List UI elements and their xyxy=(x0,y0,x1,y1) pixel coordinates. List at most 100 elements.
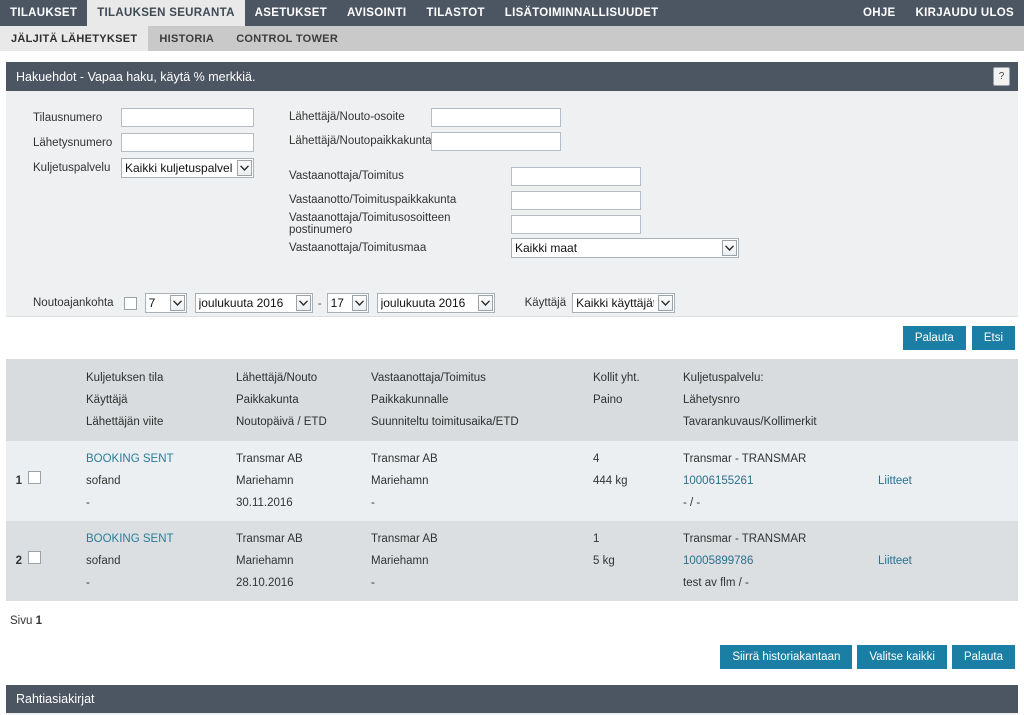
select-to-month[interactable]: joulukuuta 2016 xyxy=(376,293,495,313)
shipment-number-link[interactable]: 10006155261 xyxy=(683,470,874,492)
header-line-suunniteltu-toimitusaika: Suunniteltu toimitusaika/ETD xyxy=(371,416,519,428)
select-to-month-value: joulukuuta 2016 xyxy=(380,296,466,310)
input-lahetysnumero[interactable] xyxy=(121,133,254,152)
freight-documents-panel: Rahtiasiakirjat Valitse asiakirja Rahtia… xyxy=(6,685,1018,715)
label-kuljetuspalvelu: Kuljetuspalvelu xyxy=(33,161,111,174)
select-to-day[interactable]: 17 xyxy=(326,293,369,313)
row-select-checkbox[interactable] xyxy=(28,551,41,564)
search-criteria-panel: Hakuehdot - Vapaa haku, käytä % merkkiä.… xyxy=(6,62,1018,317)
transport-service: Transmar - TRANSMAR xyxy=(683,453,807,465)
cell-packages-group: 1 5 kg xyxy=(593,521,683,601)
field-row-vastaanottaja-toimitus: Vastaanottaja/Toimitus xyxy=(289,164,739,188)
header-line-lahetysnro: Lähetysnro xyxy=(683,394,740,406)
header-line-kollit-yht: Kollit yht. xyxy=(593,372,640,384)
header-checkbox xyxy=(28,359,86,441)
sender-city: Mariehamn xyxy=(236,555,294,567)
cell-packages-group: 4 444 kg xyxy=(593,441,683,521)
cell-sender-group: Transmar AB Mariehamn 28.10.2016 xyxy=(236,521,371,601)
input-vastaanottaja-toimitus[interactable] xyxy=(511,166,641,186)
subnav-tab-control-tower[interactable]: CONTROL TOWER xyxy=(225,26,349,51)
header-line-kuljetuksen-tila: Kuljetuksen tila xyxy=(86,372,164,384)
label-tilausnumero: Tilausnumero xyxy=(33,111,103,124)
documents-panel-title: Rahtiasiakirjat xyxy=(16,692,95,706)
input-lahettaja-nouto-osoite[interactable] xyxy=(431,107,561,127)
label-lahettaja-noutopaikkakunta: Lähettäjä/Noutopaikkakunta xyxy=(289,135,432,147)
search-left-column: Tilausnumero Lähetysnumero Kuljetuspalve… xyxy=(33,105,254,180)
search-right-column: Lähettäjä/Nouto-osoite Lähettäjä/Noutopa… xyxy=(289,105,739,260)
select-to-day-value: 17 xyxy=(330,296,344,310)
receiver-name: Transmar AB xyxy=(371,533,438,545)
chevron-down-icon xyxy=(477,295,493,311)
nav-tab-tilastot[interactable]: TILASTOT xyxy=(416,0,494,26)
field-row-toimitusosoitteen-postinumero: Vastaanottaja/Toimitusosoitteen postinum… xyxy=(289,212,739,236)
results-table-header: Kuljetuksen tila Käyttäjä Lähettäjän vii… xyxy=(6,359,1018,441)
nav-tab-asetukset[interactable]: ASETUKSET xyxy=(245,0,337,26)
logout-link[interactable]: KIRJAUDU ULOS xyxy=(906,0,1024,26)
label-vastaanottaja-toimitus: Vastaanottaja/Toimitus xyxy=(289,170,404,182)
cell-service-group: Transmar - TRANSMAR 10005899786 test av … xyxy=(683,521,878,601)
attachments-link[interactable]: Liitteet xyxy=(878,470,1014,492)
row-select-checkbox[interactable] xyxy=(28,471,41,484)
help-question-icon[interactable]: ? xyxy=(993,67,1010,86)
subnav-tab-historia[interactable]: HISTORIA xyxy=(148,26,225,51)
shipment-user: sofand xyxy=(86,555,121,567)
package-weight: 5 kg xyxy=(593,555,615,567)
field-row-vastaanotto-toimituspaikkakunta: Vastaanotto/Toimituspaikkakunta xyxy=(289,188,739,212)
results-action-button-bar: Siirrä historiakantaan Valitse kaikki Pa… xyxy=(0,627,1024,681)
header-line-kayttaja: Käyttäjä xyxy=(86,394,128,406)
pickup-date-enable-checkbox[interactable] xyxy=(123,296,137,310)
shipment-number-link[interactable]: 10005899786 xyxy=(683,550,874,572)
label-noutoajankohta: Noutoajankohta xyxy=(33,297,114,309)
table-row[interactable]: 2 BOOKING SENT sofand - Transmar AB Mari… xyxy=(6,521,1018,601)
nav-tab-lisatoiminnallisuudet[interactable]: LISÄTOIMINNALLISUUDET xyxy=(495,0,669,26)
attachments-link[interactable]: Liitteet xyxy=(878,550,1014,572)
pickup-date: 30.11.2016 xyxy=(236,497,293,509)
shipment-results-table: Kuljetuksen tila Käyttäjä Lähettäjän vii… xyxy=(6,359,1018,601)
select-from-day[interactable]: 7 xyxy=(144,293,187,313)
input-lahettaja-noutopaikkakunta[interactable] xyxy=(431,131,561,151)
field-row-lahettaja-noutopaikkakunta: Lähettäjä/Noutopaikkakunta xyxy=(289,129,739,153)
sender-name: Transmar AB xyxy=(236,533,303,545)
header-line-kuljetuspalvelu: Kuljetuspalvelu: xyxy=(683,372,764,384)
header-line-paikkakunnalle: Paikkakunnalle xyxy=(371,394,449,406)
nav-tab-tilaukset[interactable]: TILAUKSET xyxy=(0,0,87,26)
documents-panel-header: Rahtiasiakirjat xyxy=(6,685,1018,713)
reset-search-button[interactable]: Palauta xyxy=(902,326,966,350)
chevron-down-icon xyxy=(722,240,737,256)
select-vastaanottaja-toimitusmaa[interactable]: Kaikki maat xyxy=(511,238,739,258)
move-to-history-button[interactable]: Siirrä historiakantaan xyxy=(720,645,853,669)
shipment-user: sofand xyxy=(86,475,121,487)
nav-tab-tilauksen-seuranta[interactable]: TILAUKSEN SEURANTA xyxy=(87,0,245,26)
chevron-down-icon xyxy=(658,295,674,311)
reset-results-button[interactable]: Palauta xyxy=(951,645,1015,669)
shipment-status-link[interactable]: BOOKING SENT xyxy=(86,528,232,550)
search-action-button-bar: Palauta Etsi xyxy=(0,317,1024,359)
table-row[interactable]: 1 BOOKING SENT sofand - Transmar AB Mari… xyxy=(6,441,1018,521)
nav-tab-avisointi[interactable]: AVISOINTI xyxy=(337,0,416,26)
input-vastaanotto-toimituspaikkakunta[interactable] xyxy=(511,190,641,210)
input-toimitusosoitteen-postinumero[interactable] xyxy=(511,214,641,234)
select-kayttaja[interactable]: Kaikki käyttäjät xyxy=(572,293,676,313)
subnav-tab-jaljita-lahetykset[interactable]: JÄLJITÄ LÄHETYKSET xyxy=(0,26,149,51)
search-submit-button[interactable]: Etsi xyxy=(971,326,1015,350)
header-attachments xyxy=(878,359,1018,441)
header-packages-weight: Kollit yht. Paino xyxy=(593,359,683,441)
field-row-vastaanottaja-toimitusmaa: Vastaanottaja/Toimitusmaa Kaikki maat xyxy=(289,236,739,260)
select-all-button[interactable]: Valitse kaikki xyxy=(857,645,947,669)
input-tilausnumero[interactable] xyxy=(121,108,254,127)
shipment-status-link[interactable]: BOOKING SENT xyxy=(86,448,232,470)
select-from-month[interactable]: joulukuuta 2016 xyxy=(194,293,313,313)
package-count: 4 xyxy=(593,453,600,465)
cell-service-group: Transmar - TRANSMAR 10006155261 - / - xyxy=(683,441,878,521)
select-from-day-value: 7 xyxy=(148,296,156,310)
package-weight: 444 kg xyxy=(593,475,628,487)
select-kuljetuspalvelu[interactable]: Kaikki kuljetuspalvelut xyxy=(121,157,254,178)
help-link[interactable]: OHJE xyxy=(853,0,906,26)
pagination-info: Sivu 1 xyxy=(0,601,1024,627)
header-receiver-delivery: Vastaanottaja/Toimitus Paikkakunnalle Su… xyxy=(371,359,593,441)
chevron-down-icon xyxy=(237,159,252,176)
delivery-time: - xyxy=(371,497,375,509)
label-vastaanottaja-toimitusmaa: Vastaanottaja/Toimitusmaa xyxy=(289,242,427,254)
label-kayttaja: Käyttäjä xyxy=(524,297,567,309)
chevron-down-icon xyxy=(169,295,185,311)
